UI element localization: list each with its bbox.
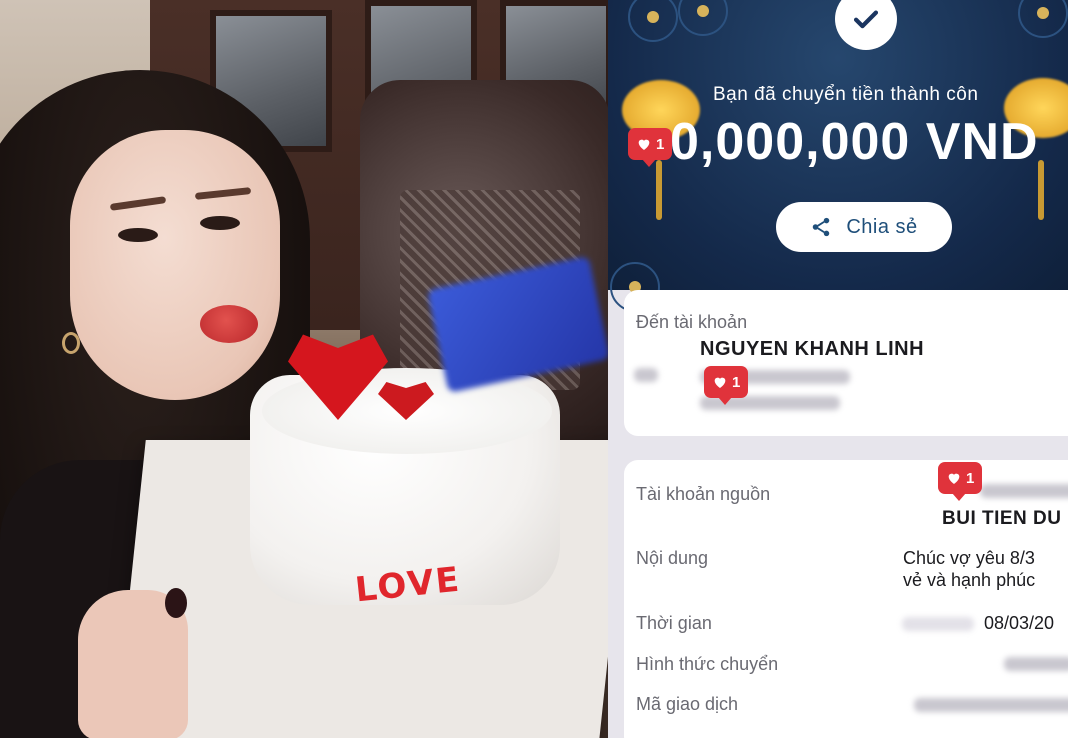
left-eye [118,228,158,242]
share-icon [813,217,830,237]
details-panel: Tài khoản nguồn BUI TIEN DU Nội dung Chú… [624,460,1068,738]
earring [62,332,80,354]
share-label: Chia sẻ [846,215,918,238]
transaction-id-label: Mã giao dịch [636,694,739,714]
time-value: 08/03/20 [984,613,1055,633]
heart-reaction-badge[interactable]: 1 [704,366,749,405]
success-message: Bạn đã chuyển tiền thành côn [713,84,979,105]
time-blurred [902,617,974,631]
transaction-id-blurred [914,698,1068,712]
to-account-label: Đến tài khoản [636,312,748,332]
lantern-tassel [656,160,662,220]
lips [200,305,258,343]
content-label: Nội dung [636,548,709,568]
check-icon [853,10,879,29]
sender-name: BUI TIEN DU [942,508,1062,529]
recipient-panel: Đến tài khoản NGUYEN KHANH LINH [624,290,1068,436]
bank-logo-blurred [634,368,658,382]
heart-icon [714,377,726,388]
lantern-tassel [1038,160,1044,220]
share-button[interactable]: Chia sẻ [776,202,952,252]
right-eye [200,216,240,230]
reaction-count: 1 [656,135,665,153]
face [70,130,280,400]
content-value-line2: vẻ và hạnh phúc [903,570,1036,590]
reaction-count: 1 [966,469,975,487]
fingernail [165,588,187,618]
content-value-line1: Chúc vợ yêu 8/3 [903,548,1035,568]
source-account-label: Tài khoản nguồn [636,484,771,504]
transfer-receipt: Bạn đã chuyển tiền thành côn 0,000,000 V… [608,0,1068,738]
source-account-number-blurred [980,484,1068,498]
heart-reaction-badge[interactable]: 1 [938,462,983,501]
reaction-count: 1 [732,373,741,391]
transfer-type-label: Hình thức chuyển [636,654,779,674]
recipient-name: NGUYEN KHANH LINH [700,338,925,360]
heart-reaction-badge[interactable]: 1 [628,128,673,167]
heart-icon [948,473,960,484]
transfer-amount: 0,000,000 VND [670,113,1039,171]
transfer-type-blurred [1004,657,1068,671]
selfie-photo: LOVE [0,0,608,738]
heart-icon [638,139,650,150]
time-label: Thời gian [636,613,712,633]
